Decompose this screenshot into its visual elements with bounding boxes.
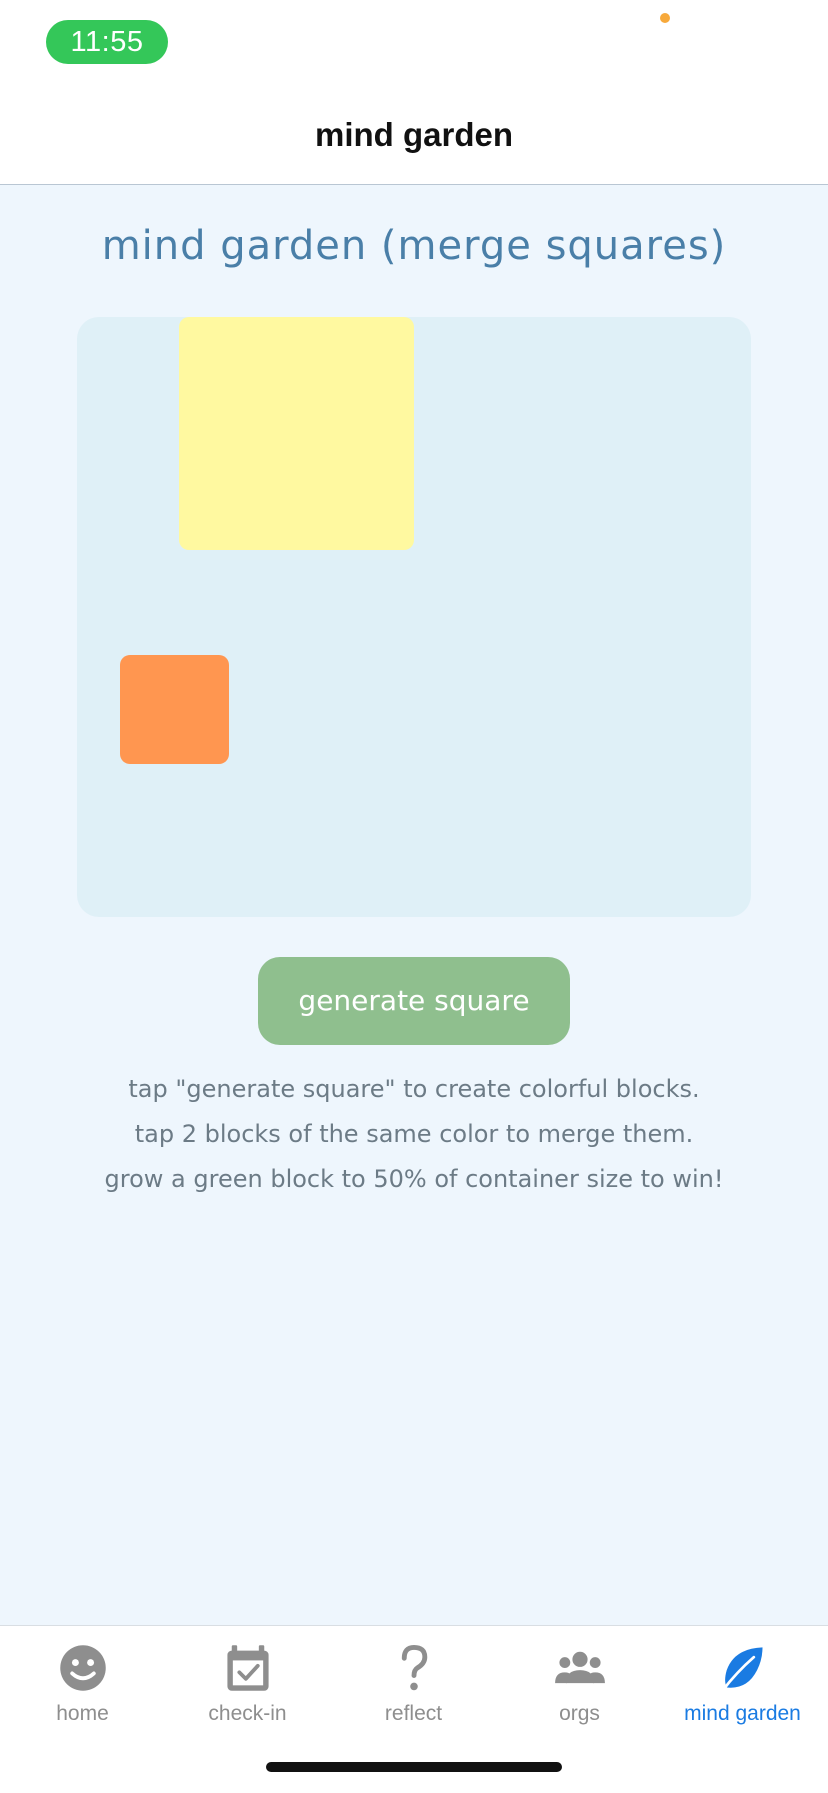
tab-orgs[interactable]: orgs: [497, 1642, 662, 1742]
game-board[interactable]: [77, 317, 751, 917]
question-icon: [401, 1644, 427, 1691]
main-content: mind garden (merge squares) generate squ…: [0, 185, 828, 1625]
tab-label: mind garden: [684, 1702, 801, 1725]
instruction-line: tap "generate square" to create colorful…: [128, 1075, 700, 1103]
tab-reflect[interactable]: reflect: [331, 1642, 496, 1742]
block-orange[interactable]: [120, 655, 229, 764]
status-time: 11:55: [46, 20, 168, 64]
people-icon: [554, 1651, 605, 1684]
tab-label: reflect: [384, 1702, 443, 1725]
page-title: mind garden: [314, 116, 514, 153]
smiley-icon: [59, 1645, 106, 1691]
block-yellow[interactable]: [179, 317, 414, 550]
nav-bar: mind garden: [0, 86, 828, 185]
tab-label: check-in: [208, 1702, 287, 1725]
game-title: mind garden (merge squares): [101, 223, 727, 269]
instructions: tap "generate square" to create colorful…: [0, 1067, 828, 1202]
instruction-line: tap 2 blocks of the same color to merge …: [134, 1120, 694, 1148]
tab-home[interactable]: home: [0, 1642, 165, 1742]
tab-label: home: [56, 1702, 109, 1725]
generate-square-button[interactable]: generate square: [258, 957, 570, 1045]
tab-check-in[interactable]: check-in: [165, 1642, 330, 1742]
calendar-check-icon: [226, 1645, 269, 1691]
privacy-indicator-dot: [660, 13, 670, 23]
home-indicator: [266, 1762, 562, 1772]
tab-mind-garden[interactable]: mind garden: [660, 1642, 825, 1742]
instruction-line: grow a green block to 50% of container s…: [104, 1165, 724, 1193]
status-bar: 11:55: [0, 0, 828, 86]
leaf-icon: [720, 1647, 762, 1693]
tab-label: orgs: [559, 1702, 600, 1725]
